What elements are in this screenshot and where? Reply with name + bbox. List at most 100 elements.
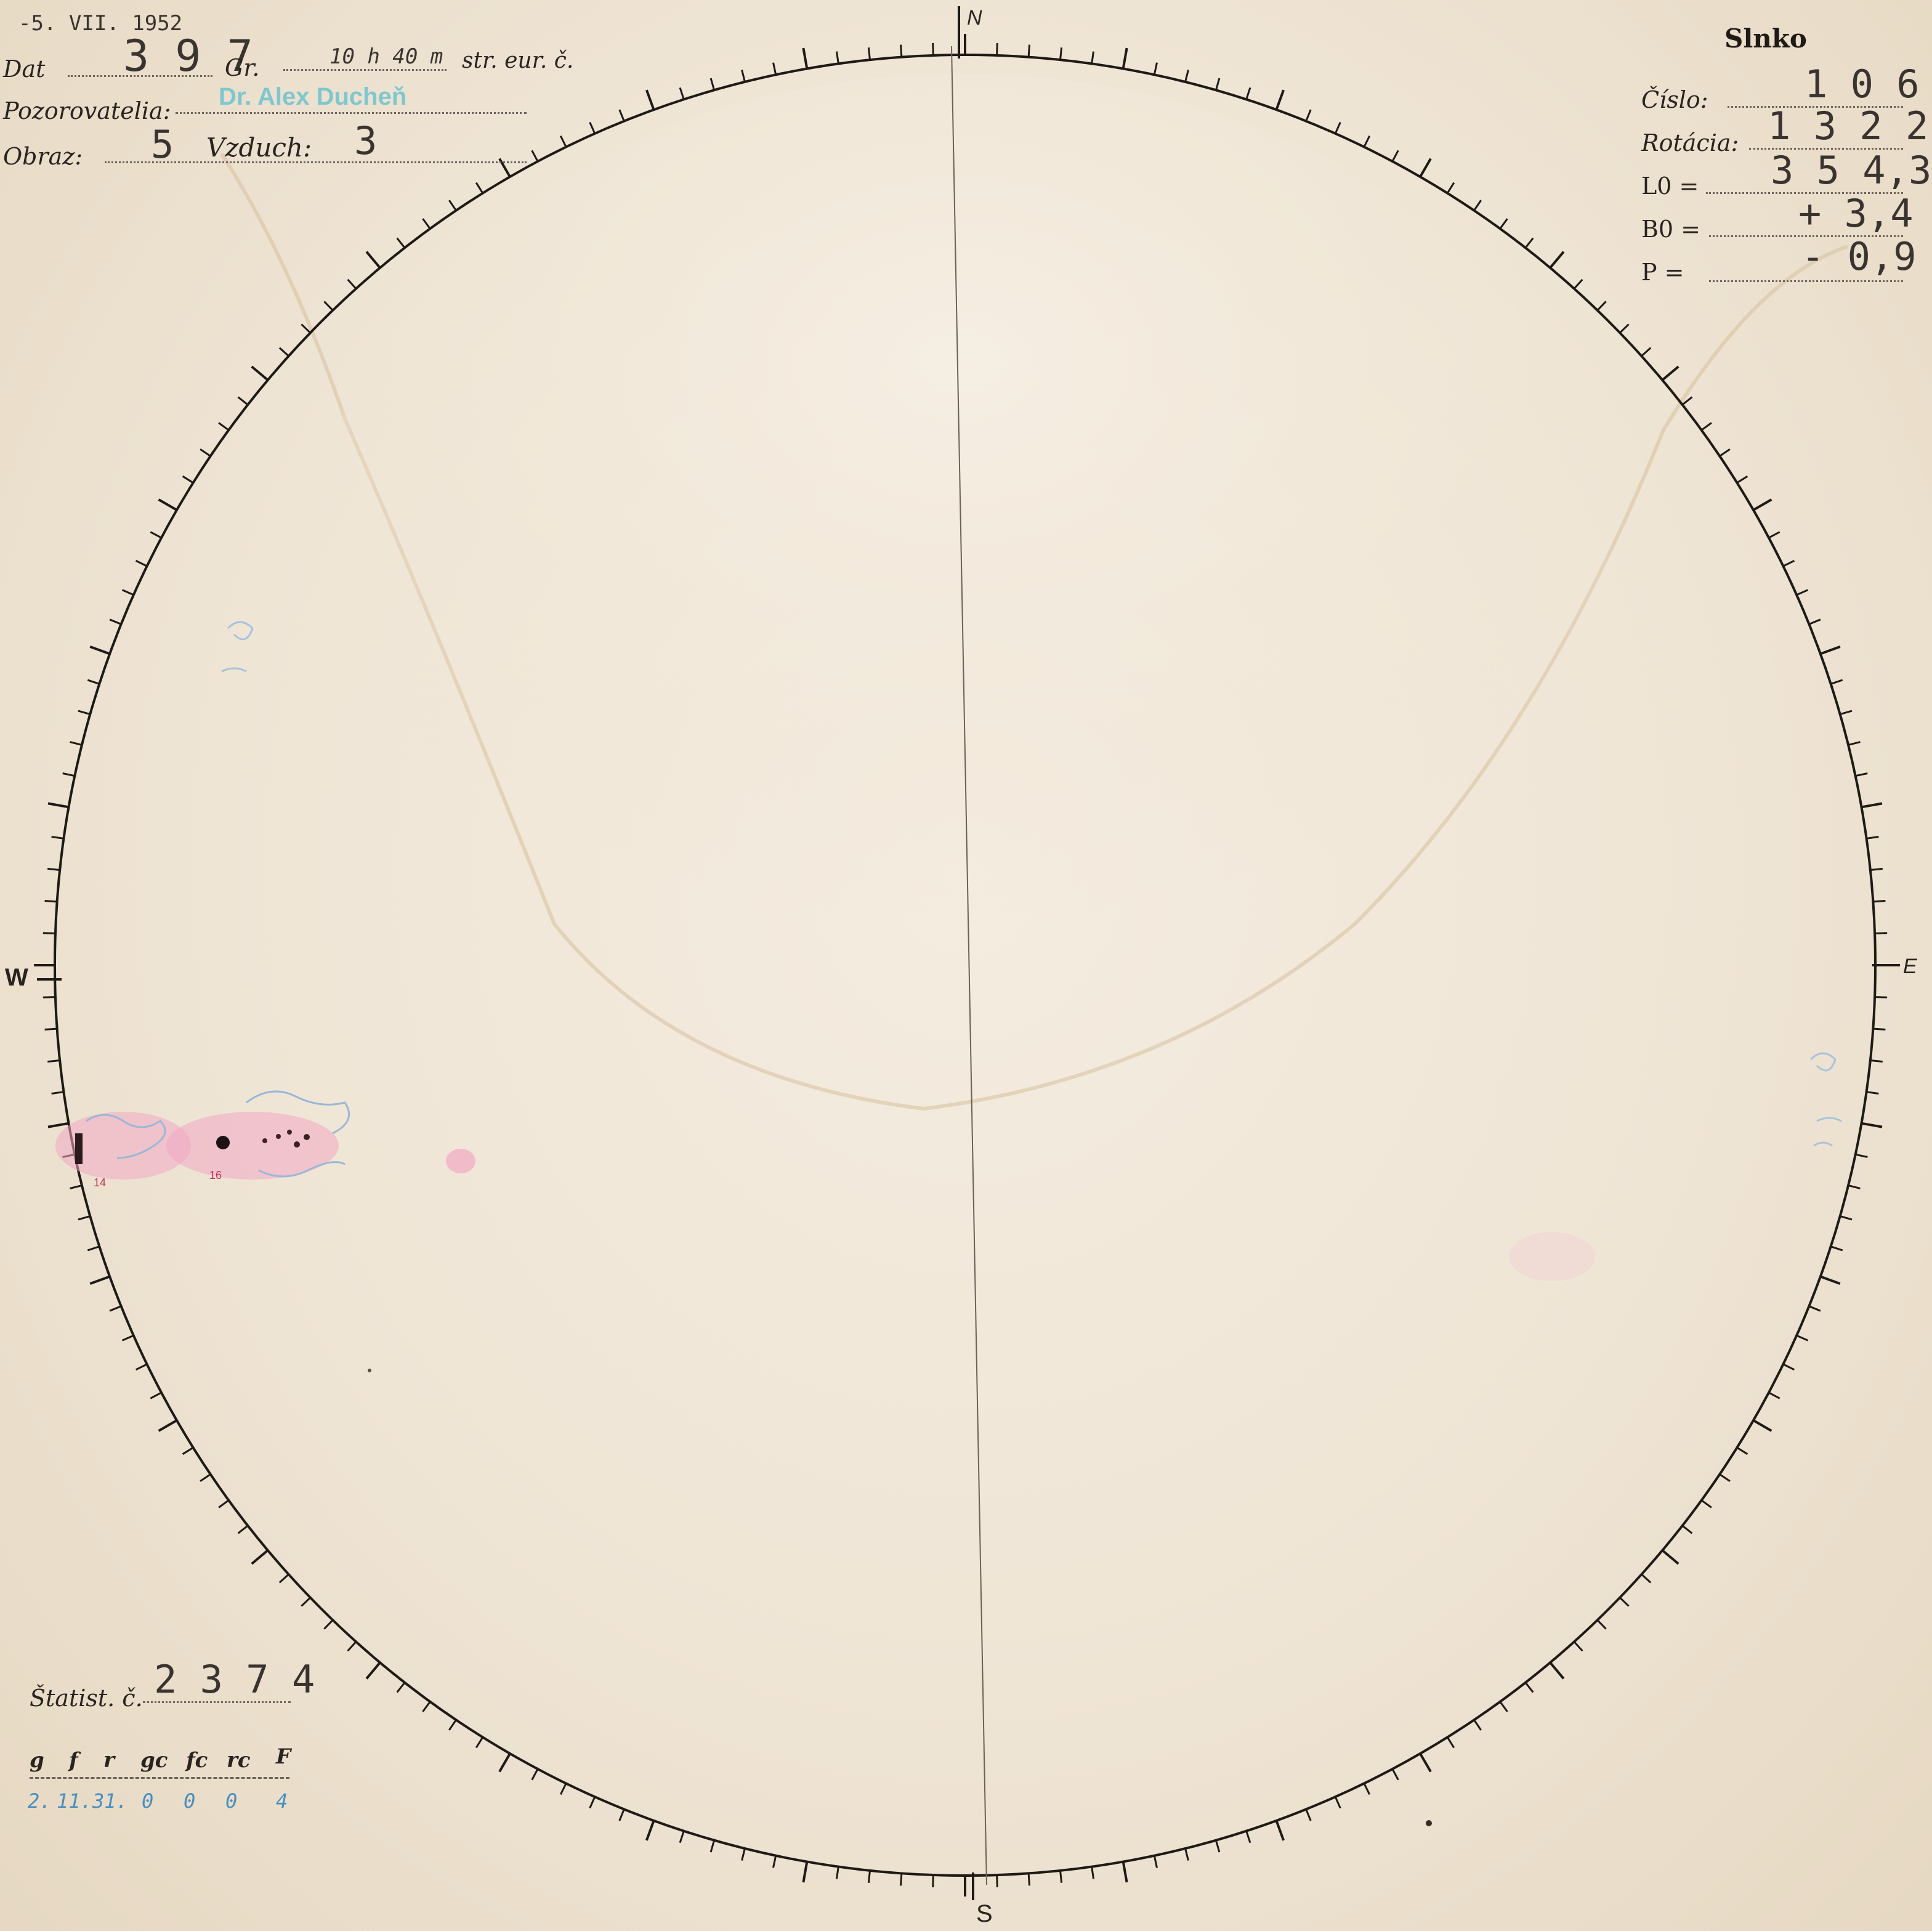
degree-tick [218, 422, 230, 431]
degree-tick [323, 1619, 334, 1630]
degree-tick [1334, 121, 1341, 134]
degree-tick [70, 741, 83, 746]
degree-tick [531, 150, 539, 162]
degree-tick [836, 1866, 839, 1879]
degree-tick [589, 1796, 596, 1809]
degree-tick [62, 772, 75, 777]
degree-tick [121, 589, 134, 596]
degree-tick [158, 498, 178, 511]
degree-tick [1875, 932, 1888, 934]
degree-tick [679, 1831, 685, 1844]
faculae-outline-northwest [221, 621, 254, 673]
dust-speck [368, 1369, 371, 1372]
sun-panel-title: Slnko [1724, 23, 1807, 54]
degree-tick [1275, 1820, 1285, 1841]
degree-tick [1870, 867, 1883, 871]
degree-tick [1059, 1870, 1063, 1883]
degree-tick [645, 89, 655, 110]
faculae-faint [1509, 1232, 1595, 1281]
faculae-region-group16 [166, 1112, 339, 1180]
degree-tick [1245, 1831, 1251, 1844]
degree-tick [1875, 996, 1888, 998]
statist-label: Štatist. č. [30, 1685, 143, 1712]
north-label: N [967, 6, 982, 30]
degree-tick [1215, 78, 1221, 91]
degree-tick [1549, 251, 1565, 269]
sunspot [276, 1134, 281, 1139]
degree-tick [1796, 1334, 1809, 1342]
gr-underline [283, 69, 447, 71]
degree-tick [1275, 89, 1285, 110]
degree-tick [1122, 47, 1128, 69]
degree-tick [1861, 1122, 1883, 1128]
stat-header-rc: rc [227, 1748, 251, 1773]
degree-tick [1363, 1783, 1371, 1795]
degree-tick [150, 531, 162, 539]
degree-tick [1619, 323, 1630, 334]
dust-speck [1426, 1820, 1432, 1826]
degree-tick [365, 251, 381, 269]
p-underline [1709, 280, 1903, 282]
degree-tick [772, 1855, 777, 1868]
b0-value: + 3,4 [1798, 191, 1914, 236]
degree-tick [1719, 1473, 1731, 1482]
degree-tick [1736, 1446, 1748, 1455]
degree-tick [1796, 589, 1809, 596]
degree-tick [278, 347, 289, 357]
degree-tick [44, 900, 57, 903]
degree-tick [237, 1524, 249, 1534]
degree-tick [1334, 1796, 1341, 1809]
degree-tick [1782, 559, 1795, 567]
solar-disk-drawing [34, 6, 1900, 1900]
degree-tick [1820, 1275, 1841, 1285]
degree-tick [135, 1363, 148, 1371]
degree-tick [51, 1091, 64, 1095]
stat-value-gc: 0 [142, 1789, 154, 1813]
degree-tick [251, 1549, 269, 1565]
degree-tick [1641, 1573, 1652, 1584]
image-value: 5 [151, 122, 174, 167]
degree-tick [1641, 347, 1652, 357]
faculae-spot [446, 1149, 475, 1173]
degree-tick [1848, 1184, 1861, 1189]
stat-value-rc: 0 [225, 1789, 238, 1813]
degree-tick [1363, 135, 1371, 148]
faculae-outline-east [1809, 1052, 1842, 1147]
degree-tick [1681, 1524, 1693, 1534]
degree-tick [709, 78, 716, 91]
south-label: S [976, 1900, 993, 1927]
stat-value-fc: 0 [184, 1789, 196, 1813]
degree-tick [1573, 278, 1583, 289]
degree-tick [42, 996, 55, 998]
degree-tick [135, 559, 148, 567]
degree-tick [158, 1419, 178, 1432]
degree-tick [87, 1245, 100, 1252]
sunspot-leader-16 [216, 1136, 230, 1149]
degree-tick [1245, 87, 1251, 100]
degree-tick [932, 43, 934, 55]
group-number-14: 14 [94, 1176, 107, 1189]
degree-tick [741, 70, 746, 83]
cislo-label: Číslo: [1641, 86, 1708, 113]
degree-tick [618, 1808, 625, 1821]
l0-value: 3 5 4,3 [1771, 148, 1932, 193]
degree-tick [867, 1870, 871, 1883]
degree-tick [448, 1719, 457, 1731]
degree-tick [475, 182, 484, 194]
degree-tick [1122, 1861, 1128, 1883]
degree-tick [347, 278, 357, 289]
time-suffix: str. eur. č. [462, 48, 574, 73]
degree-tick [1855, 772, 1868, 777]
degree-tick [1861, 802, 1883, 809]
stat-divider [30, 1777, 289, 1779]
degree-tick [1768, 1391, 1780, 1399]
degree-tick [1855, 1153, 1868, 1158]
degree-tick [87, 679, 100, 685]
dat-label: Dat [3, 55, 46, 83]
degree-tick [589, 121, 596, 134]
degree-tick [1499, 218, 1508, 230]
degree-tick [1446, 182, 1455, 194]
degree-tick [1305, 109, 1312, 122]
degree-tick [1661, 365, 1679, 381]
degree-tick [1870, 1059, 1883, 1063]
